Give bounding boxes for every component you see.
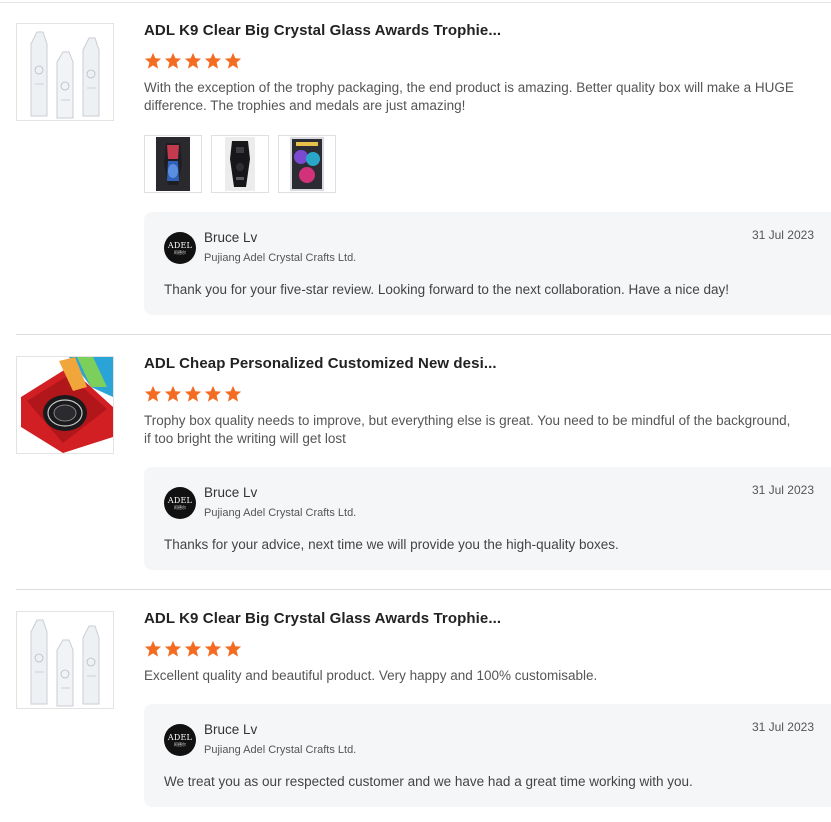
star-icon [144,52,162,69]
reply-date: 31 Jul 2023 [751,720,814,734]
medals-photo-image [290,137,324,191]
seller-company: Pujiang Adel Crystal Crafts Ltd. [204,507,357,519]
star-icon [224,385,242,402]
star-rating [144,640,242,658]
crystal-trophy-image [17,24,113,120]
review-photo[interactable] [278,135,336,193]
star-icon [164,52,182,69]
product-title[interactable]: ADL Cheap Personalized Customized New de… [144,355,497,372]
review-photo[interactable] [211,135,269,193]
product-thumbnail[interactable] [16,23,114,121]
star-icon [224,640,242,657]
star-icon [184,52,202,69]
product-title[interactable]: ADL K9 Clear Big Crystal Glass Awards Tr… [144,610,501,627]
star-rating [144,385,242,403]
seller-reply: ADEL 阿德尔 Bruce Lv Pujiang Adel Crystal C… [144,704,831,807]
star-icon [144,385,162,402]
reply-text: We treat you as our respected customer a… [164,774,693,789]
review-comment: Excellent quality and beautiful product.… [144,668,598,683]
seller-company: Pujiang Adel Crystal Crafts Ltd. [204,252,357,264]
avatar: ADEL 阿德尔 [164,232,196,264]
star-icon [204,52,222,69]
star-icon [204,640,222,657]
medal-box-image [17,357,113,453]
reply-date: 31 Jul 2023 [751,483,814,497]
star-icon [224,52,242,69]
star-rating [144,52,242,70]
avatar: ADEL 阿德尔 [164,487,196,519]
seller-name: Bruce Lv [204,485,258,500]
avatar: ADEL 阿德尔 [164,724,196,756]
reply-date: 31 Jul 2023 [751,228,814,242]
review-comment: Trophy box quality needs to improve, but… [144,413,791,446]
review-photos [144,135,336,193]
trophy-photo-image [225,137,255,191]
review-divider [16,589,831,590]
medal-photo-image [156,137,190,191]
reply-text: Thank you for your five-star review. Loo… [164,282,730,297]
reply-text: Thanks for your advice, next time we wil… [164,537,619,552]
crystal-trophy-image [17,612,113,708]
star-icon [144,640,162,657]
star-icon [184,640,202,657]
review-comment: With the exception of the trophy packagi… [144,80,794,113]
star-icon [204,385,222,402]
star-icon [164,385,182,402]
top-divider [0,2,831,3]
seller-reply: ADEL 阿德尔 Bruce Lv Pujiang Adel Crystal C… [144,212,831,315]
product-thumbnail[interactable] [16,356,114,454]
seller-reply: ADEL 阿德尔 Bruce Lv Pujiang Adel Crystal C… [144,467,831,570]
seller-name: Bruce Lv [204,230,258,245]
star-icon [184,385,202,402]
seller-name: Bruce Lv [204,722,258,737]
star-icon [164,640,182,657]
product-title[interactable]: ADL K9 Clear Big Crystal Glass Awards Tr… [144,22,501,39]
seller-company: Pujiang Adel Crystal Crafts Ltd. [204,744,357,756]
product-thumbnail[interactable] [16,611,114,709]
review-divider [16,334,831,335]
review-photo[interactable] [144,135,202,193]
